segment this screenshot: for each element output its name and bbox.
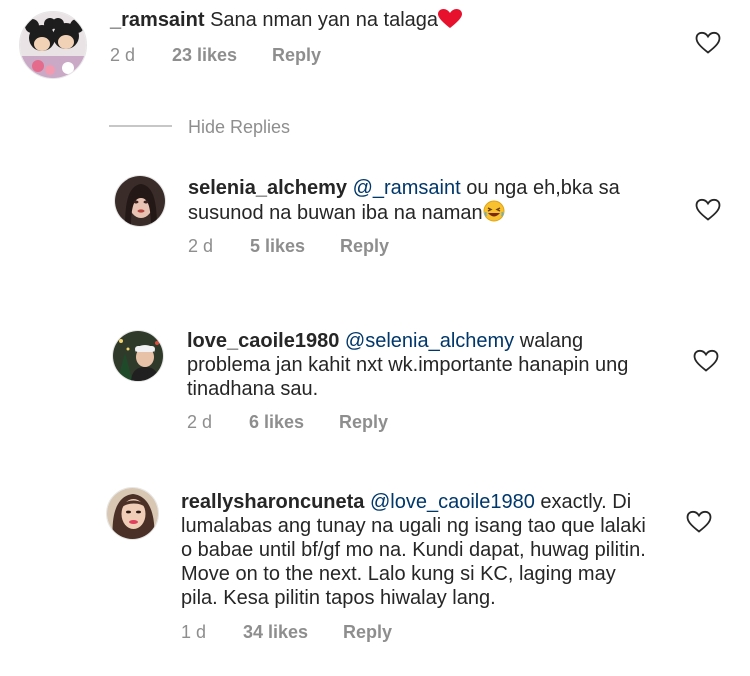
comment-body-line: tinadhana sau.	[187, 378, 319, 400]
heart-icon[interactable]	[695, 31, 721, 55]
hide-replies-line	[109, 125, 172, 127]
comment-text: _ramsaint Sana nman yan na talaga	[110, 8, 463, 35]
comment-body-line: ou nga eh,bka sa	[466, 177, 620, 199]
mention-link[interactable]: @selenia_alchemy	[345, 330, 514, 352]
likes-count[interactable]: 34 likes	[243, 622, 343, 643]
likes-count[interactable]: 6 likes	[249, 412, 339, 433]
username[interactable]: reallysharoncuneta	[181, 491, 364, 513]
reply-button[interactable]: Reply	[340, 236, 389, 257]
avatar[interactable]	[19, 11, 87, 79]
comment-body-line: problema jan kahit nxt wk.importante han…	[187, 354, 629, 376]
comment-body: Sana nman yan na talaga	[210, 9, 439, 31]
reply-button[interactable]: Reply	[343, 622, 392, 643]
comment-meta: 2 d 6 likes Reply	[187, 412, 388, 433]
comment-time: 2 d	[110, 45, 136, 65]
comment-body-line: Move on to the next. Lalo kung si KC, la…	[181, 563, 616, 585]
comment-body-line: exactly. Di	[540, 491, 632, 513]
comment-text: love_caoile1980 @selenia_alchemy walang …	[187, 329, 628, 401]
likes-count[interactable]: 23 likes	[172, 45, 272, 66]
comment-text: reallysharoncuneta @love_caoile1980 exac…	[181, 490, 646, 610]
laughing-emoji	[483, 200, 505, 228]
avatar[interactable]	[106, 487, 159, 540]
red-heart-emoji	[438, 9, 463, 35]
comment-body-line: o babae until bf/gf mo na. Kundi dapat, …	[181, 539, 646, 561]
comment-meta: 2 d 5 likes Reply	[188, 236, 389, 257]
username[interactable]: selenia_alchemy	[188, 177, 347, 199]
mention-link[interactable]: @love_caoile1980	[370, 491, 535, 513]
comment-time: 2 d	[188, 236, 214, 256]
username[interactable]: love_caoile1980	[187, 330, 339, 352]
comment-text: selenia_alchemy @_ramsaint ou nga eh,bka…	[188, 176, 620, 228]
hide-replies-button[interactable]: Hide Replies	[188, 117, 290, 138]
comment-meta: 2 d 23 likes Reply	[110, 45, 321, 66]
avatar[interactable]	[114, 175, 166, 227]
avatar[interactable]	[112, 330, 164, 382]
comment-meta: 1 d 34 likes Reply	[181, 622, 392, 643]
username[interactable]: _ramsaint	[110, 9, 205, 31]
comment-body-line: walang	[519, 330, 584, 352]
mention-link[interactable]: @_ramsaint	[353, 177, 461, 199]
comment-body-line: pila. Kesa pilitin tapos hiwalay lang.	[181, 587, 496, 609]
comment-time: 2 d	[187, 412, 213, 432]
heart-icon[interactable]	[693, 349, 719, 373]
comment-body-line: lumalabas ang tunay na ugali ng isang ta…	[181, 515, 646, 537]
reply-button[interactable]: Reply	[339, 412, 388, 433]
likes-count[interactable]: 5 likes	[250, 236, 340, 257]
reply-button[interactable]: Reply	[272, 45, 321, 66]
heart-icon[interactable]	[686, 510, 712, 534]
comment-time: 1 d	[181, 622, 207, 642]
comment-body-line: susunod na buwan iba na naman	[188, 202, 483, 224]
heart-icon[interactable]	[695, 198, 721, 222]
